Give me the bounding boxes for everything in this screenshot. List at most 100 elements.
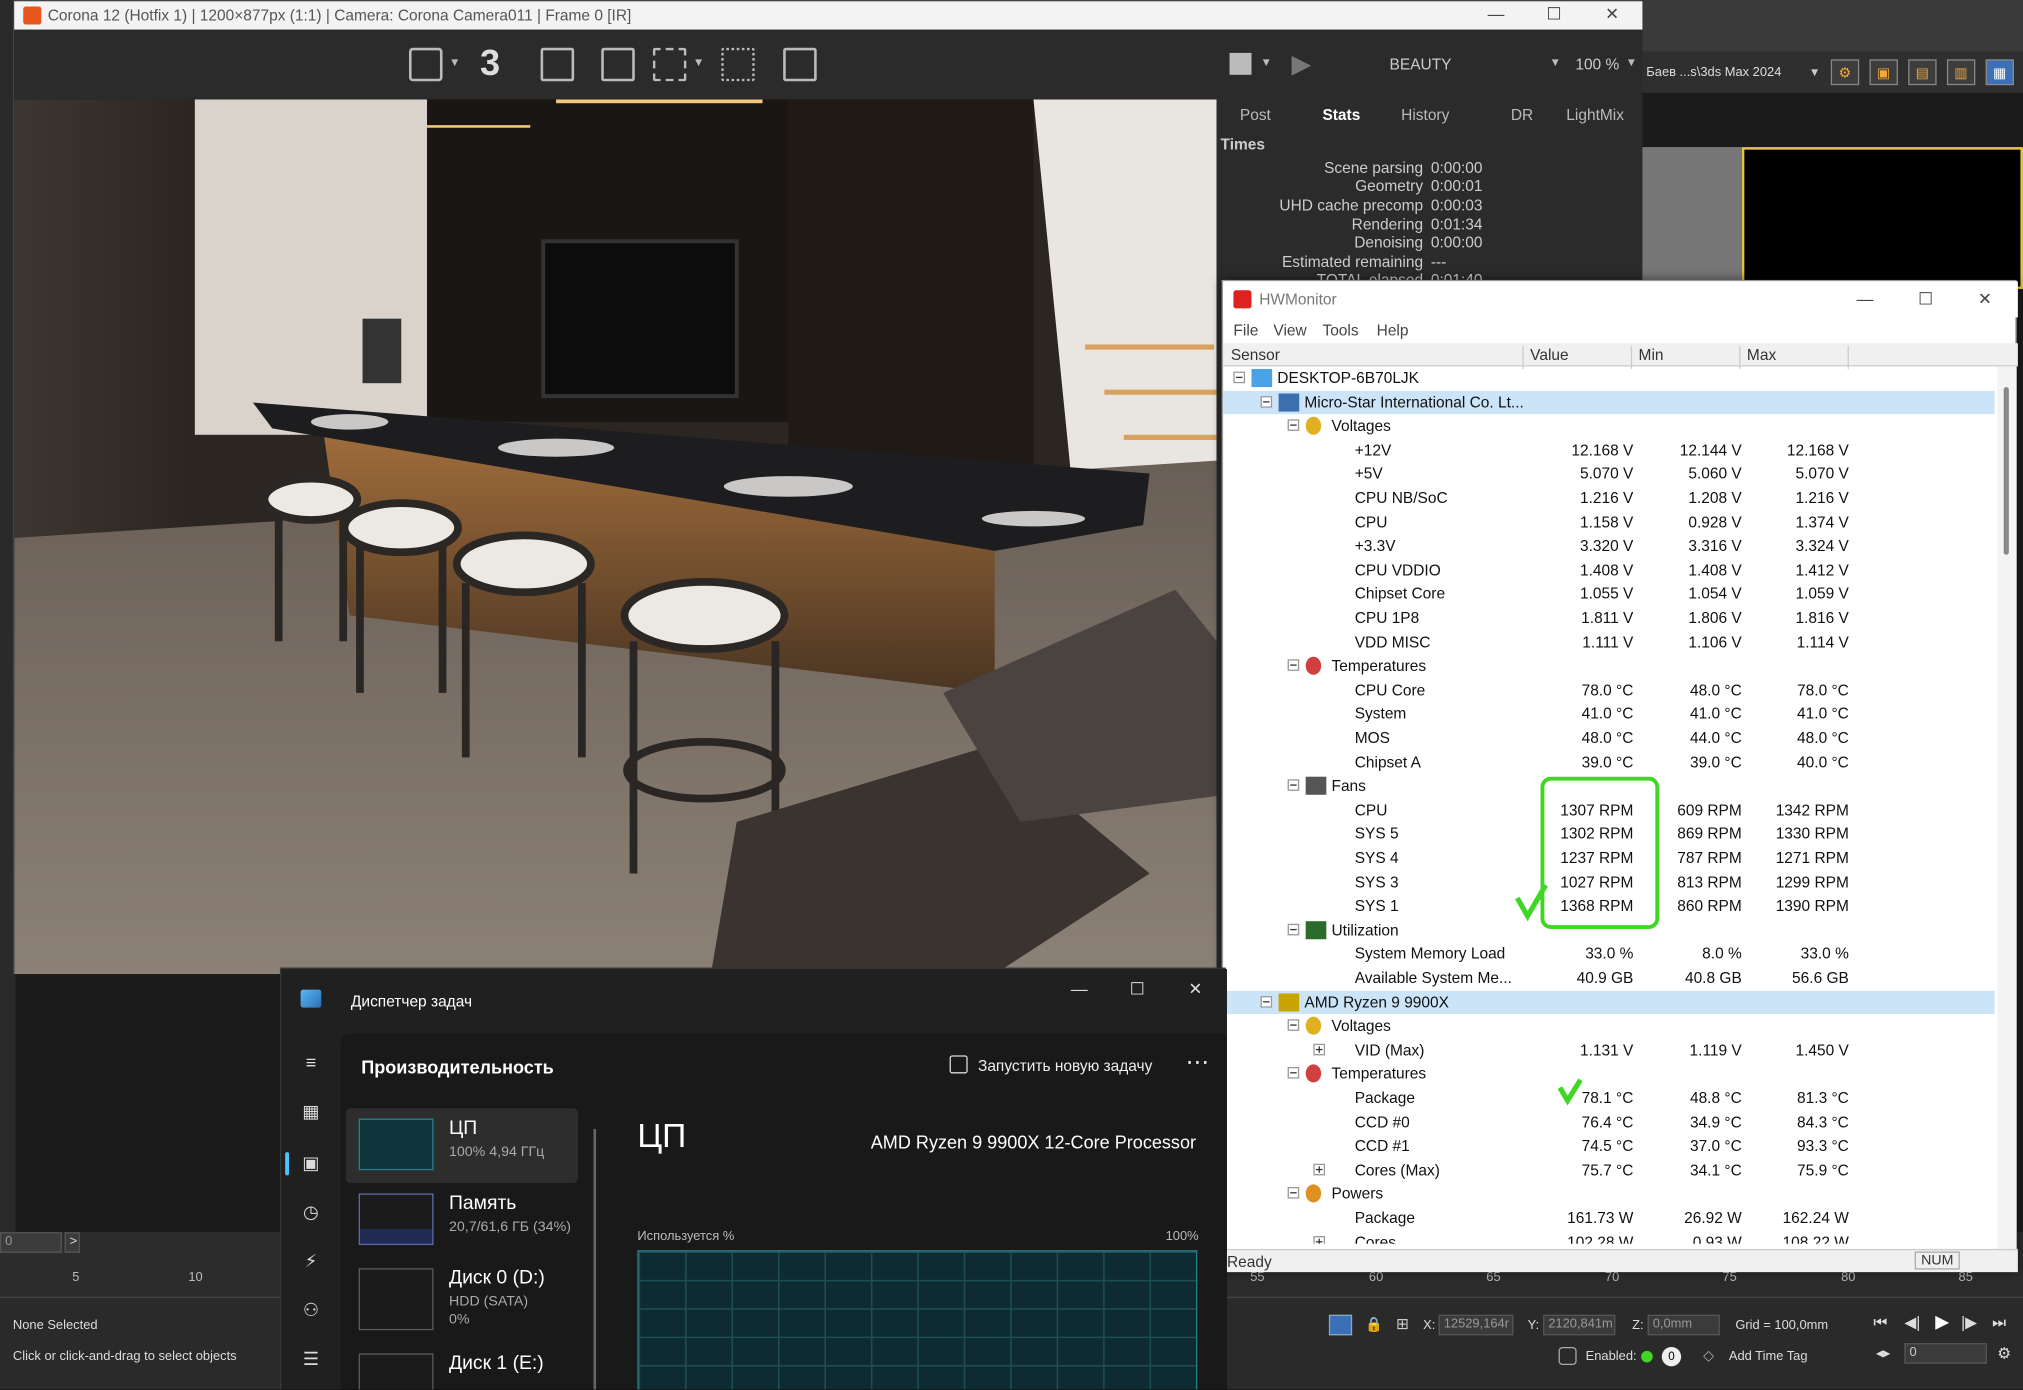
collapse-icon[interactable] [1287,923,1300,936]
startup-apps-icon[interactable]: ⚡ [299,1250,322,1271]
sensor-row[interactable]: +5V 5.070 V 5.060 V 5.070 V [1223,462,1995,486]
channel-select[interactable]: BEAUTY [1390,55,1452,73]
column-min[interactable]: Min [1639,346,1664,364]
zoom-select[interactable]: 100 % [1575,55,1619,73]
sensor-row[interactable]: MOS 48.0 °C 44.0 °C 48.0 °C [1223,726,1995,750]
tab-post[interactable]: Post [1240,106,1271,124]
minimize-button[interactable]: — [1836,286,1894,312]
maximize-button[interactable]: ☐ [1897,286,1955,312]
stop-dropdown-icon[interactable]: ▼ [1261,55,1273,68]
collapse-icon[interactable] [1287,419,1300,432]
zoom-dropdown-icon[interactable]: ▼ [1626,55,1638,68]
play-button[interactable]: ▶ [1935,1311,1949,1333]
clear-icon[interactable] [601,47,635,82]
performance-icon[interactable]: ▣ [299,1152,322,1173]
selection-lock-icon[interactable] [1558,1346,1577,1366]
render-icon[interactable]: ▤ [1908,59,1937,86]
sensor-row[interactable]: CPU NB/SoC 1.216 V 1.208 V 1.216 V [1223,486,1995,510]
sensor-row[interactable]: System Memory Load 33.0 % 8.0 % 33.0 % [1223,942,1995,966]
sensor-group-row[interactable]: Powers [1223,1182,1995,1206]
tab-stats[interactable]: Stats [1322,106,1360,124]
render-active-icon[interactable]: ▦ [1985,59,2014,86]
sensor-row[interactable]: Chipset Core 1.055 V 1.054 V 1.059 V [1223,582,1995,606]
scrollbar[interactable] [1997,366,2017,1249]
viewport-active[interactable] [1741,147,2023,290]
collapse-icon[interactable] [1287,779,1300,792]
sensor-group-row[interactable]: Micro-Star International Co. Lt... [1223,390,1995,415]
new-task-button[interactable]: Запустить новую задачу [978,1057,1152,1075]
sensor-row[interactable]: CPU Core 78.0 °C 48.0 °C 78.0 °C [1223,678,1995,702]
prev-frame-button[interactable]: ◀| [1904,1313,1920,1331]
close-button[interactable]: ✕ [1956,286,2014,312]
expand-icon[interactable] [1313,1043,1326,1056]
z-coordinate-field[interactable]: 0,0mm [1647,1314,1720,1336]
tab-dr[interactable]: DR [1511,106,1533,124]
sensor-row[interactable]: Chipset A 39.0 °C 39.0 °C 40.0 °C [1223,750,1995,774]
tab-lightmix[interactable]: LightMix [1566,106,1624,124]
close-button[interactable]: ✕ [1166,977,1224,1003]
app-history-icon[interactable]: ◷ [299,1201,322,1222]
lock-icon[interactable]: 🔒 [1365,1316,1383,1332]
collapse-icon[interactable] [1287,659,1300,672]
add-time-tag[interactable]: Add Time Tag [1729,1350,1808,1364]
copy-icon[interactable] [540,47,575,82]
expand-icon[interactable] [1313,1235,1326,1244]
time-config-icon[interactable]: ⚙ [1997,1344,2011,1362]
collapse-icon[interactable] [1287,1187,1300,1200]
details-icon[interactable]: ☰ [299,1348,322,1369]
sensor-group-row[interactable]: Voltages [1223,1014,1995,1038]
sensor-row[interactable]: CCD #1 74.5 °C 37.0 °C 93.3 °C [1223,1134,1995,1158]
close-button[interactable]: ✕ [1583,1,1641,27]
render-setup-icon[interactable]: ⚙ [1830,59,1860,86]
zero-toggle-icon[interactable]: 0 [1661,1346,1682,1367]
next-frame-button[interactable]: > [64,1232,80,1253]
sensor-row[interactable]: CPU 1.158 V 0.928 V 1.374 V [1223,510,1995,534]
next-frame-icon[interactable]: |▶ [1961,1313,1977,1331]
users-icon[interactable]: ⚇ [299,1299,322,1320]
collapse-icon[interactable] [1287,1019,1300,1032]
perf-item-disk1[interactable]: Диск 1 (E:) [346,1343,578,1390]
render-image[interactable] [14,99,1217,975]
expand-icon[interactable] [1313,1163,1326,1176]
collapse-icon[interactable] [1260,395,1273,408]
sensor-row[interactable]: System 41.0 °C 41.0 °C 41.0 °C [1223,702,1995,726]
sensor-row[interactable]: +3.3V 3.320 V 3.316 V 3.324 V [1223,534,1995,558]
render-production-icon[interactable]: ▥ [1946,59,1976,86]
max-project-path[interactable]: Баев ...s\3ds Max 2024 [1646,65,1798,79]
sensor-group-row[interactable]: Temperatures [1223,654,1995,678]
enabled-toggle-icon[interactable] [1641,1350,1653,1363]
menu-help[interactable]: Help [1377,321,1409,339]
minimize-button[interactable]: — [1050,977,1108,1003]
sensor-row[interactable]: Package 78.1 °C 48.8 °C 81.3 °C [1223,1086,1995,1110]
sensor-row[interactable]: Package 161.73 W 26.92 W 162.24 W [1223,1206,1995,1230]
hamburger-menu-icon[interactable]: ≡ [299,1052,322,1073]
menu-tools[interactable]: Tools [1322,321,1358,339]
column-value[interactable]: Value [1530,346,1568,364]
menu-view[interactable]: View [1273,321,1306,339]
sensor-row[interactable]: VDD MISC 1.111 V 1.106 V 1.114 V [1223,630,1995,654]
column-max[interactable]: Max [1747,346,1776,364]
perf-list-scrollbar[interactable] [593,1128,597,1390]
stop-render-icon[interactable] [1229,52,1252,75]
goto-start-button[interactable]: ⏮ [1873,1313,1887,1332]
absolute-mode-icon[interactable]: ⊞ [1396,1315,1409,1333]
sensor-row[interactable]: +12V 12.168 V 12.144 V 12.168 V [1223,438,1995,462]
goto-end-button[interactable]: ⏭ [1992,1313,2006,1332]
sensor-row[interactable]: Cores 102.28 W 0.93 W 108.22 W [1223,1230,1995,1244]
sensor-row[interactable]: CPU 1P8 1.811 V 1.806 V 1.816 V [1223,606,1995,630]
tab-history[interactable]: History [1401,106,1449,124]
column-sensor[interactable]: Sensor [1231,346,1280,364]
sensor-row[interactable]: Available System Me... 40.9 GB 40.8 GB 56.6… [1223,966,1995,990]
collapse-icon[interactable] [1233,371,1246,384]
sensor-group-row[interactable]: DESKTOP-6B70LJK [1223,366,1995,390]
time-slider[interactable]: 0 [0,1232,62,1253]
dropdown-arrow-icon[interactable]: ▼ [1809,66,1821,79]
scrollbar-thumb[interactable] [2003,387,2009,555]
menu-file[interactable]: File [1233,321,1258,339]
sensor-row[interactable]: CPU VDDIO 1.408 V 1.408 V 1.412 V [1223,558,1995,582]
key-mode-icon[interactable]: ◂▸ [1876,1344,1890,1361]
sensor-group-row[interactable]: Voltages [1223,414,1995,438]
split-view-icon[interactable] [783,47,817,82]
start-render-icon[interactable]: ▶ [1291,48,1311,80]
sensor-group-row[interactable]: Temperatures [1223,1062,1995,1086]
